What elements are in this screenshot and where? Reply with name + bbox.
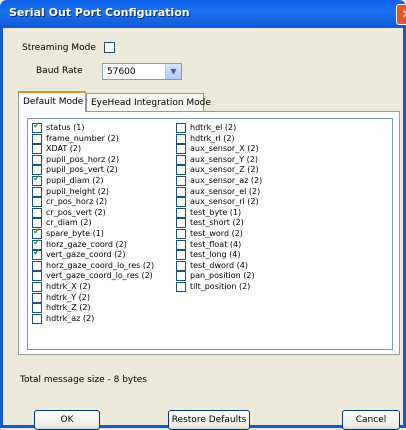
item-label: hdtrk_az (2) [46,313,95,323]
item-label: test_float (4) [190,239,242,249]
streaming-mode-label: Streaming Mode [22,43,96,53]
cancel-button[interactable]: Cancel [342,410,400,430]
item-checkbox[interactable] [32,303,42,314]
item-label: aux_sensor_rl (2) [190,197,259,207]
item-label: spare_byte (1) [46,229,104,238]
item-checkbox[interactable] [176,197,186,208]
item-label: test_word (2) [190,229,243,238]
item-checkbox[interactable] [32,197,42,208]
item-checkbox[interactable] [176,133,186,144]
item-label: vert_gaze_coord (2) [46,250,126,260]
item-checkbox[interactable] [176,271,186,282]
item-checkbox[interactable] [176,250,186,261]
item-checkbox[interactable] [32,292,42,303]
item-label: aux_sensor_X (2) [190,144,259,154]
item-checkbox[interactable] [32,121,42,133]
item-checkbox[interactable] [176,218,186,229]
item-label: frame_number (2) [46,133,119,143]
item-label: tilt_position (2) [190,282,251,291]
tab-eyehead-integration-mode[interactable]: EyeHead Integration Mode [86,93,211,111]
item-label: pupil_height (2) [46,186,110,196]
item-label: hdtrk_rl (2) [190,133,235,143]
item-checkbox[interactable] [32,174,42,186]
item-label: horz_gaze_coord_lo_res (2) [46,260,155,270]
streaming-mode-checkbox[interactable] [104,42,115,53]
item-checkbox[interactable] [32,271,42,282]
baud-rate-label: Baud Rate [36,66,83,76]
tab-default-mode[interactable]: Default Mode [18,91,86,112]
chevron-down-icon[interactable]: ▼ [165,64,181,79]
close-button[interactable]: ✕ [396,4,406,25]
item-checkbox[interactable] [176,186,186,197]
item-label: hdtrk_Z (2) [46,303,91,313]
window-title: Serial Out Port Configuration [9,6,190,19]
title-bar[interactable]: Serial Out Port Configuration ✕ [0,0,406,28]
baud-rate-value: 57600 [107,67,136,77]
ok-button[interactable]: OK [34,410,100,430]
total-message-size: Total message size - 8 bytes [20,375,147,385]
item-label: cr_pos_horz (2) [46,197,108,207]
item-label: aux_sensor_el (2) [190,186,261,196]
item-checkbox[interactable] [32,207,42,218]
item-checkbox[interactable] [176,144,186,155]
tab-label: Default Mode [23,97,84,107]
item-label: status (1) [46,123,85,132]
item-checkbox[interactable] [32,186,42,197]
item-label: pupil_diam (2) [46,176,104,185]
item-checkbox[interactable] [32,133,42,144]
item-label: hdtrk_Y (2) [46,292,90,302]
tab-panel: status (1)frame_number (2)XDAT (2)pupil_… [18,111,400,355]
item-label: test_dword (4) [190,260,248,270]
item-checkbox[interactable] [176,239,186,250]
item-checkbox[interactable] [176,154,186,165]
item-label: horz_gaze_coord (2) [46,239,127,249]
item-checkbox[interactable] [176,165,186,176]
restore-defaults-button[interactable]: Restore Defaults [168,410,250,430]
close-icon: ✕ [401,7,406,21]
item-checkbox[interactable] [32,282,42,292]
item-label: cr_pos_vert (2) [46,207,106,217]
item-checkbox[interactable] [176,176,186,186]
item-label: test_long (4) [190,250,241,260]
item-label: pupil_pos_horz (2) [46,154,120,164]
item-label: aux_sensor_Z (2) [190,165,259,175]
item-label: cr_diam (2) [46,218,92,228]
tab-label: EyeHead Integration Mode [91,98,211,108]
item-label: test_byte (1) [190,207,242,217]
item-label: test_short (2) [190,218,244,228]
item-label: hdtrk_el (2) [190,123,237,132]
item-label: pupil_pos_vert (2) [46,165,118,175]
item-checkbox[interactable] [176,207,186,218]
field-checklist[interactable]: status (1)frame_number (2)XDAT (2)pupil_… [27,118,393,350]
item-label: vert_gaze_coord_lo_res (2) [46,271,153,281]
item-label: aux_sensor_az (2) [190,176,263,185]
item-checkbox[interactable] [32,313,42,324]
baud-rate-select[interactable]: 57600 ▼ [102,63,182,80]
item-label: pan_position (2) [190,271,255,281]
item-label: XDAT (2) [46,144,82,154]
item-checkbox[interactable] [32,144,42,155]
item-checkbox[interactable] [176,282,186,292]
item-checkbox[interactable] [32,248,42,261]
item-label: aux_sensor_Y (2) [190,154,258,164]
item-label: hdtrk_X (2) [46,282,91,291]
item-checkbox[interactable] [176,123,186,133]
item-checkbox[interactable] [32,154,42,165]
item-checkbox[interactable] [176,229,186,239]
item-checkbox[interactable] [32,260,42,271]
item-checkbox[interactable] [176,260,186,271]
